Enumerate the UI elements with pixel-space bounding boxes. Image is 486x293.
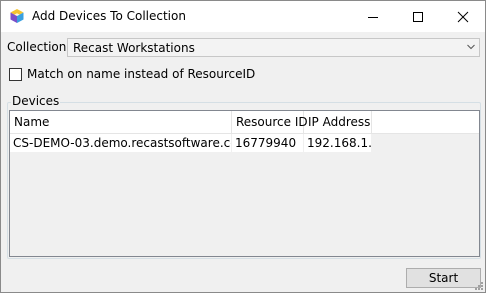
resource-id-cell[interactable]: 16779940 xyxy=(232,134,304,153)
devices-group-label: Devices xyxy=(11,94,61,108)
match-on-name-checkbox[interactable] xyxy=(9,68,22,81)
start-button[interactable]: Start xyxy=(406,268,481,288)
maximize-button[interactable] xyxy=(395,1,440,32)
close-button[interactable] xyxy=(440,1,485,32)
minimize-icon xyxy=(367,16,378,18)
recast-cube-icon xyxy=(9,8,25,24)
collection-label: Collection: xyxy=(7,40,71,54)
collection-selected-value: Recast Workstations xyxy=(73,41,195,55)
minimize-button[interactable] xyxy=(350,1,395,32)
close-icon xyxy=(457,11,468,22)
column-header-ip-address[interactable]: IP Address xyxy=(304,111,372,133)
resize-grip-icon[interactable] xyxy=(474,281,484,291)
devices-grid[interactable]: Name Resource ID IP Address CS-DEMO-03.d… xyxy=(9,110,480,257)
maximize-icon xyxy=(412,11,423,22)
ip-address-cell[interactable]: 192.168.1.24 xyxy=(304,134,372,153)
match-on-name-label[interactable]: Match on name instead of ResourceID xyxy=(27,67,255,81)
grid-header: Name Resource ID IP Address xyxy=(10,111,479,134)
add-devices-window: Add Devices To Collection Collection: Re… xyxy=(0,0,486,293)
column-header-name[interactable]: Name xyxy=(10,111,232,133)
column-header-resource-id[interactable]: Resource ID xyxy=(232,111,308,133)
collection-dropdown[interactable]: Recast Workstations xyxy=(67,38,480,57)
chevron-down-icon xyxy=(467,44,475,50)
device-name-cell[interactable]: CS-DEMO-03.demo.recastsoftware.com xyxy=(10,134,232,153)
window-title: Add Devices To Collection xyxy=(32,9,186,23)
title-bar[interactable]: Add Devices To Collection xyxy=(1,1,485,32)
table-row[interactable]: CS-DEMO-03.demo.recastsoftware.com 16779… xyxy=(10,134,372,153)
